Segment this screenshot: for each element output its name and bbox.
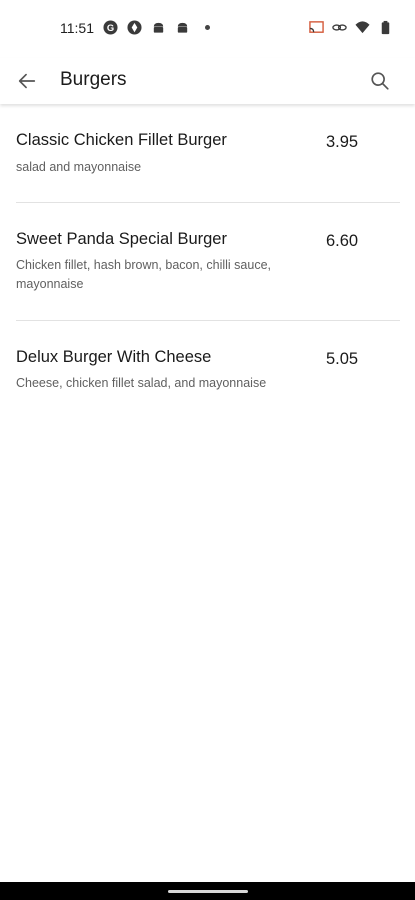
item-description: salad and mayonnaise [16,160,142,174]
back-button[interactable] [14,68,40,94]
android-icon [153,22,164,33]
item-name: Delux Burger With Cheese [16,348,212,366]
home-handle[interactable] [168,890,248,893]
wifi-icon [355,21,370,34]
item-description: Cheese, chicken fillet salad, and mayonn… [16,376,267,390]
link-icon [332,24,347,31]
item-price: 5.05 [326,350,359,368]
android-icon [177,22,188,33]
cast-icon [309,21,324,33]
item-price: 3.95 [326,133,359,151]
battery-icon [381,20,390,35]
item-name: Classic Chicken Fillet Burger [16,131,227,149]
status-bar: 11:51 G [0,0,415,58]
search-icon [371,72,389,90]
photos-icon [127,20,142,35]
notification-icons: G [103,20,210,35]
page-title: Burgers [60,69,127,90]
g-circle-icon: G [103,20,118,35]
status-time: 11:51 [60,20,94,36]
item-description: Chicken fillet, hash brown, bacon, chill… [16,258,271,291]
menu-item[interactable]: Sweet Panda Special Burger Chicken fille… [0,203,415,320]
dot-icon [205,25,210,30]
navigation-bar [0,882,415,900]
menu-item[interactable]: Classic Chicken Fillet Burger salad and … [0,104,415,202]
menu-item[interactable]: Delux Burger With Cheese Cheese, chicken… [0,321,415,419]
app-bar: Burgers [0,58,415,104]
svg-text:G: G [107,23,114,33]
search-button[interactable] [367,68,393,94]
item-price: 6.60 [326,232,359,250]
arrow-back-icon [18,73,36,89]
item-name: Sweet Panda Special Burger [16,230,227,248]
system-icons [309,20,393,35]
